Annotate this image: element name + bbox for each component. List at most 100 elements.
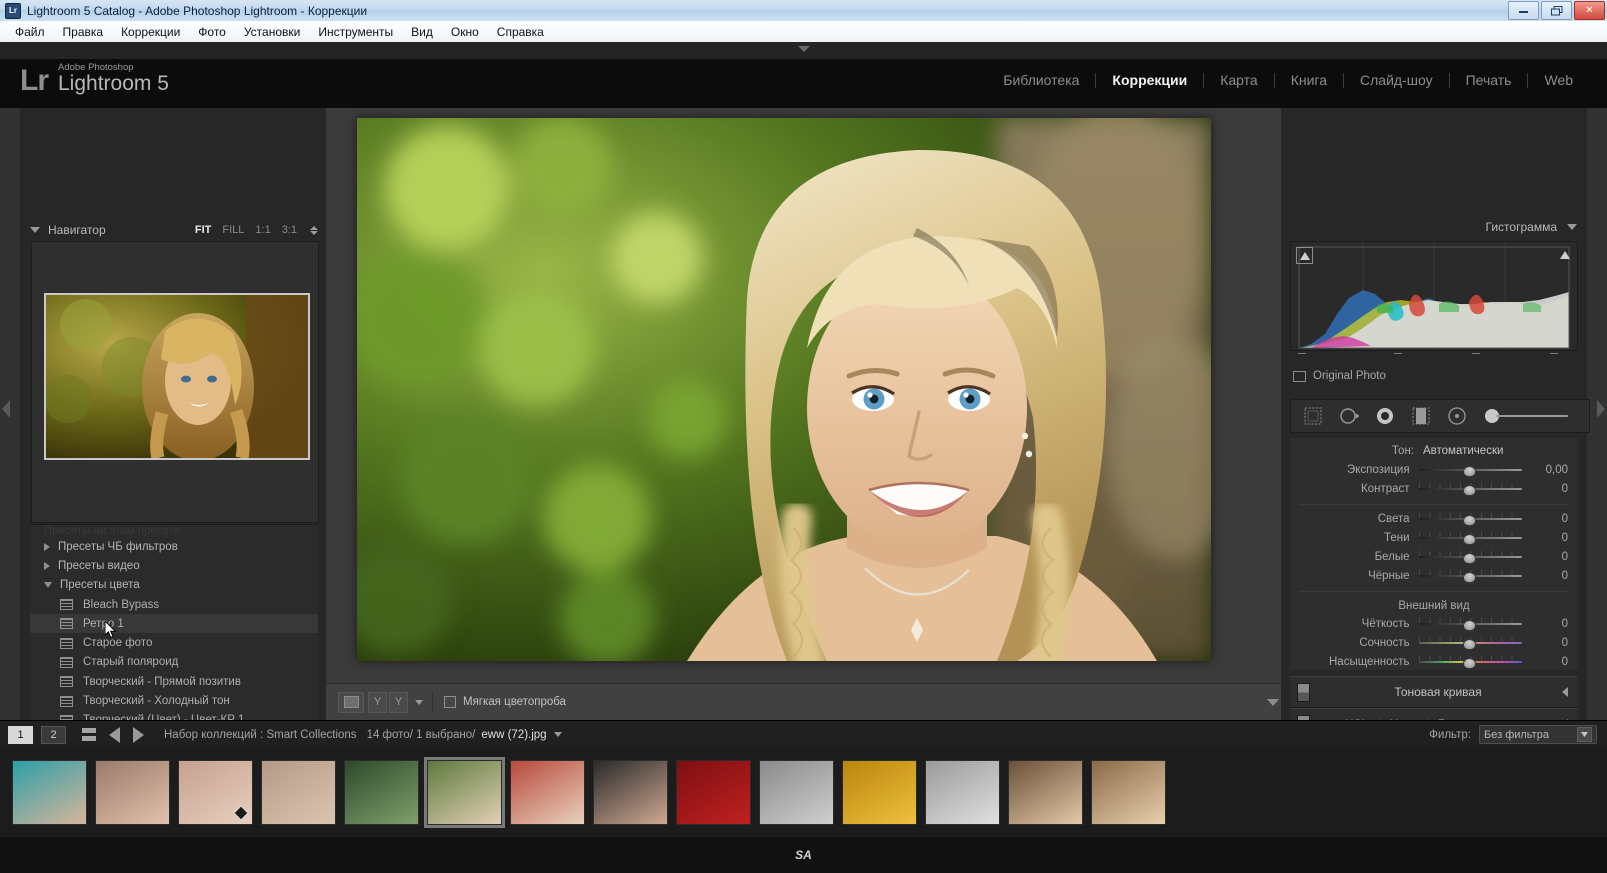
filmstrip-filename[interactable]: eww (72).jpg xyxy=(481,729,546,741)
slider-exposure[interactable]: Экспозиция 0,00 xyxy=(1290,460,1578,479)
preset-group-video[interactable]: Пресеты видео xyxy=(30,556,318,575)
loupe-view-icon[interactable] xyxy=(338,691,364,713)
graduated-filter-tool-icon[interactable] xyxy=(1411,406,1431,426)
chevron-down-icon[interactable] xyxy=(1577,727,1592,742)
chevron-left-icon[interactable] xyxy=(1562,687,1568,697)
module-web[interactable]: Web xyxy=(1528,72,1589,88)
screen-2-button[interactable]: 2 xyxy=(41,725,66,744)
module-book[interactable]: Книга xyxy=(1275,72,1343,88)
chevron-down-icon[interactable] xyxy=(30,227,40,233)
menu-item-help[interactable]: Справка xyxy=(488,23,553,41)
original-photo-checkbox[interactable] xyxy=(1293,370,1306,382)
forward-arrow-icon[interactable] xyxy=(133,726,144,743)
photo-frame[interactable] xyxy=(357,118,1211,661)
preset-item-bleach-bypass[interactable]: Bleach Bypass xyxy=(30,595,318,614)
right-panel-collapse-arrow[interactable] xyxy=(1597,400,1605,418)
slider-contrast[interactable]: Контраст 0 xyxy=(1290,479,1578,498)
filmstrip-thumb-11[interactable] xyxy=(842,759,917,825)
histogram-panel[interactable] xyxy=(1290,241,1578,351)
filter-select[interactable]: Без фильтра xyxy=(1479,725,1597,744)
panel-toggle-switch[interactable] xyxy=(1297,682,1310,702)
filmstrip-thumb-4[interactable] xyxy=(261,759,336,825)
crop-tool-icon[interactable] xyxy=(1303,406,1323,426)
chevron-down-icon[interactable] xyxy=(553,732,562,737)
filmstrip-thumb-14[interactable] xyxy=(1091,759,1166,825)
menu-item-edit[interactable]: Правка xyxy=(54,23,113,41)
filmstrip-thumb-5[interactable] xyxy=(344,759,419,825)
filmstrip-thumb-12[interactable] xyxy=(925,759,1000,825)
adjustment-brush-tool-icon[interactable] xyxy=(1483,406,1573,426)
filmstrip-thumb-10[interactable] xyxy=(759,759,834,825)
chevron-down-icon[interactable] xyxy=(415,699,423,705)
preset-item-cold-tone[interactable]: Творческий - Холодный тон xyxy=(30,691,318,710)
zoom-fill[interactable]: FILL xyxy=(222,224,244,236)
soft-proof-checkbox[interactable] xyxy=(444,696,456,708)
chevron-down-icon[interactable] xyxy=(1567,224,1577,230)
slider-track[interactable] xyxy=(1418,482,1522,496)
slider-blacks[interactable]: Чёрные 0 xyxy=(1290,566,1578,585)
slider-track[interactable] xyxy=(1418,569,1522,583)
grid-view-icon[interactable] xyxy=(82,728,96,741)
slider-highlights[interactable]: Света 0 xyxy=(1290,509,1578,528)
preset-item-direct-positive[interactable]: Творческий - Прямой позитив xyxy=(30,672,318,691)
module-develop[interactable]: Коррекции xyxy=(1096,72,1203,88)
module-map[interactable]: Карта xyxy=(1204,72,1273,88)
left-panel-collapse-arrow[interactable] xyxy=(2,400,10,418)
zoom-1-1[interactable]: 1:1 xyxy=(255,224,270,236)
slider-clarity[interactable]: Чёткость 0 xyxy=(1290,614,1578,633)
top-panel-collapse-bar[interactable] xyxy=(0,42,1607,59)
slider-track[interactable] xyxy=(1418,464,1522,477)
spot-removal-tool-icon[interactable] xyxy=(1339,406,1360,426)
preset-group-bw-filters[interactable]: Пресеты ЧБ фильтров xyxy=(30,537,318,556)
minimize-icon[interactable] xyxy=(1508,1,1539,20)
close-icon[interactable]: ✕ xyxy=(1574,1,1605,20)
filmstrip-thumb-9[interactable] xyxy=(676,759,751,825)
slider-track[interactable] xyxy=(1418,617,1522,631)
menu-item-tools[interactable]: Инструменты xyxy=(309,23,402,41)
filmstrip-thumb-1[interactable] xyxy=(12,759,87,825)
slider-track[interactable] xyxy=(1418,531,1522,545)
screen-1-button[interactable]: 1 xyxy=(8,725,33,744)
zoom-stepper-icon[interactable] xyxy=(310,225,318,235)
menu-item-settings[interactable]: Установки xyxy=(235,23,309,41)
back-arrow-icon[interactable] xyxy=(109,726,120,743)
module-library[interactable]: Библиотека xyxy=(987,72,1095,88)
menu-item-view[interactable]: Вид xyxy=(402,23,442,41)
slider-track[interactable] xyxy=(1418,512,1522,526)
filmstrip-thumb-8[interactable] xyxy=(593,759,668,825)
menu-item-window[interactable]: Окно xyxy=(442,23,488,41)
slider-track[interactable] xyxy=(1418,655,1522,669)
toolbar-collapse-arrow[interactable] xyxy=(1267,698,1279,706)
filmstrip-thumb-13[interactable] xyxy=(1008,759,1083,825)
filmstrip-thumb-7[interactable] xyxy=(510,759,585,825)
slider-whites[interactable]: Белые 0 xyxy=(1290,547,1578,566)
shadow-clipping-icon[interactable] xyxy=(1296,247,1313,264)
before-after-yy-icon[interactable]: Y xyxy=(389,691,408,713)
maximize-icon[interactable] xyxy=(1541,1,1572,20)
highlight-clipping-icon[interactable] xyxy=(1557,247,1572,262)
original-photo-row[interactable]: Original Photo xyxy=(1293,370,1386,382)
navigator-thumbnail[interactable] xyxy=(44,293,310,460)
module-slideshow[interactable]: Слайд-шоу xyxy=(1344,72,1449,88)
panel-tone-curve[interactable]: Тоновая кривая xyxy=(1290,676,1578,708)
module-print[interactable]: Печать xyxy=(1450,72,1528,88)
menu-item-file[interactable]: Файл xyxy=(6,23,54,41)
preset-group-partial[interactable]: Пресеты на этом пресете xyxy=(30,525,318,537)
preset-group-color[interactable]: Пресеты цвета xyxy=(30,576,318,595)
slider-shadows[interactable]: Тени 0 xyxy=(1290,528,1578,547)
slider-track[interactable] xyxy=(1418,636,1522,650)
preset-item-old-photo[interactable]: Старое фото xyxy=(30,633,318,652)
filmstrip-source[interactable]: Набор коллекций : Smart Collections xyxy=(164,729,357,741)
filmstrip-thumb-2[interactable] xyxy=(95,759,170,825)
slider-track[interactable] xyxy=(1418,550,1522,564)
preset-item-retro-1[interactable]: Ретро 1 xyxy=(30,614,318,634)
photo-canvas[interactable] xyxy=(357,118,1211,661)
auto-tone-button[interactable]: Автоматически xyxy=(1423,445,1503,457)
zoom-fit[interactable]: FIT xyxy=(195,224,212,236)
preset-item-old-polaroid[interactable]: Старый поляроид xyxy=(30,653,318,672)
identity-plate[interactable]: Lr Adobe Photoshop Lightroom 5 xyxy=(20,62,169,96)
menu-item-develop[interactable]: Коррекции xyxy=(112,23,189,41)
red-eye-tool-icon[interactable] xyxy=(1375,406,1395,426)
menu-item-photo[interactable]: Фото xyxy=(189,23,235,41)
filmstrip-thumb-6-selected[interactable] xyxy=(424,756,505,828)
